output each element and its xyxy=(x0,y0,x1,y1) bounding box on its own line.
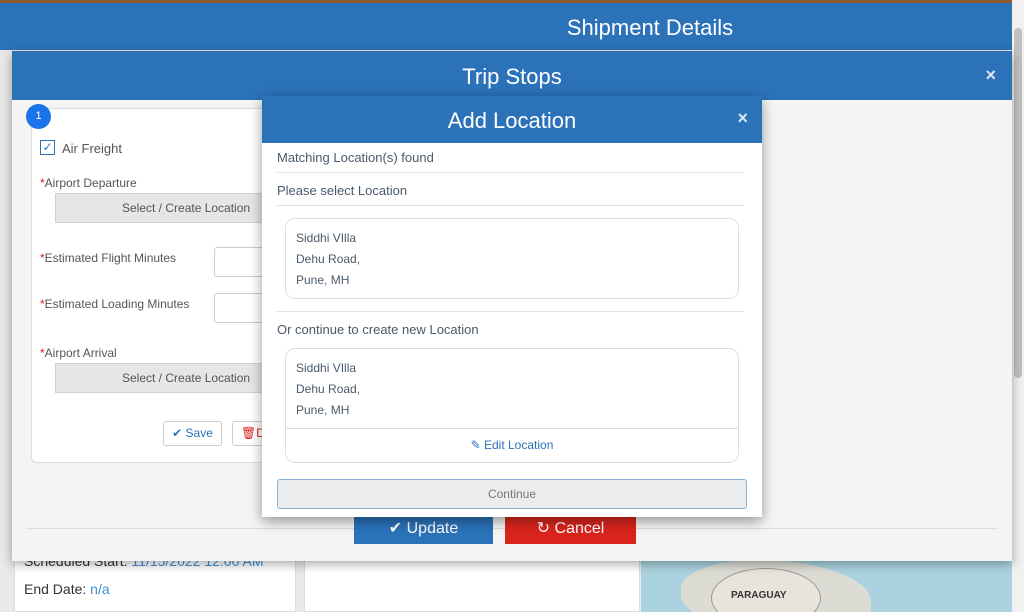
location-line: Siddhi VIlla xyxy=(296,231,357,245)
update-label: Update xyxy=(406,520,459,537)
page-scrollbar[interactable] xyxy=(1012,0,1024,612)
close-icon[interactable]: × xyxy=(737,108,748,129)
divider xyxy=(277,205,744,206)
scrollbar-thumb[interactable] xyxy=(1014,28,1022,378)
airport-departure-text: Airport Departure xyxy=(44,176,137,190)
edit-icon: ✎ xyxy=(470,438,481,452)
check-icon: ✔ xyxy=(172,426,183,440)
location-line: Pune, MH xyxy=(296,273,350,287)
update-button[interactable]: ✔ Update xyxy=(354,513,493,544)
edit-location-link[interactable]: ✎ Edit Location xyxy=(286,438,738,452)
trip-stops-header: Trip Stops × xyxy=(12,51,1012,100)
save-label: Save xyxy=(185,426,213,440)
airport-departure-label: *Airport Departure xyxy=(40,176,137,190)
select-arrival-location-button[interactable]: Select / Create Location xyxy=(55,363,270,393)
location-line: Dehu Road, xyxy=(296,252,361,266)
location-line: Siddhi VIlla xyxy=(296,361,357,375)
trip-stops-title: Trip Stops xyxy=(462,64,562,89)
check-icon: ✔ xyxy=(388,520,403,537)
airport-arrival-text: Airport Arrival xyxy=(44,346,117,360)
cancel-label: Cancel xyxy=(554,520,605,537)
end-date-value[interactable]: n/a xyxy=(90,581,109,597)
air-freight-checkbox[interactable]: ✓ xyxy=(40,140,55,155)
stop-number-badge: 1 xyxy=(26,104,51,129)
end-date-row: End Date: n/a xyxy=(24,581,110,597)
divider xyxy=(277,172,744,173)
matched-location-card[interactable]: Siddhi VIlla Dehu Road, Pune, MH xyxy=(285,218,739,299)
add-location-title: Add Location xyxy=(447,108,577,133)
trip-stop-card xyxy=(31,108,286,463)
select-departure-location-button[interactable]: Select / Create Location xyxy=(55,193,270,223)
check-icon: ✓ xyxy=(42,140,53,154)
loading-minutes-text: Estimated Loading Minutes xyxy=(44,297,190,311)
save-button[interactable]: ✔ Save xyxy=(163,421,222,446)
loading-minutes-label: *Estimated Loading Minutes xyxy=(40,297,190,311)
add-location-modal: Add Location × Matching Location(s) foun… xyxy=(262,96,762,517)
divider xyxy=(286,428,738,429)
cancel-button[interactable]: ↻ Cancel xyxy=(505,513,636,544)
map-country-label: PARAGUAY xyxy=(731,590,787,601)
map[interactable]: PARAGUAY xyxy=(641,560,1012,612)
airport-arrival-label: *Airport Arrival xyxy=(40,346,117,360)
new-location-card: Siddhi VIlla Dehu Road, Pune, MH ✎ Edit … xyxy=(285,348,739,463)
flight-minutes-text: Estimated Flight Minutes xyxy=(44,251,177,265)
flight-minutes-label: *Estimated Flight Minutes xyxy=(40,251,177,265)
add-location-header: Add Location × xyxy=(262,96,762,143)
matching-locations-text: Matching Location(s) found xyxy=(277,150,434,165)
air-freight-label: Air Freight xyxy=(62,141,122,156)
end-date-label: End Date: xyxy=(24,581,87,597)
edit-location-label: Edit Location xyxy=(484,438,554,452)
page-title: Shipment Details xyxy=(566,15,734,40)
page-header: Shipment Details xyxy=(0,3,1012,50)
trash-icon: 🗑 xyxy=(241,426,257,440)
divider xyxy=(277,311,744,312)
continue-button[interactable]: Continue xyxy=(277,479,747,509)
create-new-location-text: Or continue to create new Location xyxy=(277,322,479,337)
close-icon[interactable]: × xyxy=(985,65,996,86)
middle-panel xyxy=(304,556,640,612)
select-location-text: Please select Location xyxy=(277,183,408,198)
location-line: Dehu Road, xyxy=(296,382,361,396)
location-line: Pune, MH xyxy=(296,403,350,417)
refresh-icon: ↻ xyxy=(536,520,551,537)
